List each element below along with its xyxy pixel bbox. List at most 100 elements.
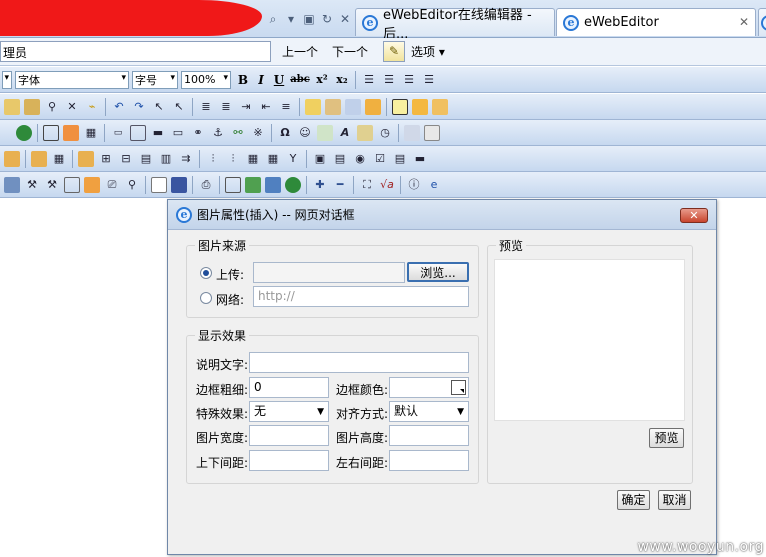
table-props-icon[interactable]	[4, 150, 20, 167]
cancel-button[interactable]: 取消	[658, 490, 691, 510]
subscript-button[interactable]: x₂	[333, 73, 351, 86]
paste-text-icon[interactable]	[24, 98, 40, 115]
align-justify-icon[interactable]: ☰	[421, 72, 437, 88]
fork-icon[interactable]: Y	[285, 151, 301, 167]
options-menu[interactable]: 选项 ▾	[411, 43, 445, 60]
edit-pencil-icon[interactable]: ✎	[383, 41, 405, 62]
frame-icon[interactable]	[432, 98, 448, 115]
find-prev-button[interactable]: 上一个	[282, 43, 318, 60]
font-color-icon[interactable]	[305, 98, 321, 115]
undo-icon[interactable]: ↶	[111, 99, 127, 115]
hspace-input[interactable]	[389, 450, 469, 471]
hr-icon[interactable]: ▬	[150, 125, 166, 141]
layer-icon[interactable]	[412, 98, 428, 115]
globe-icon[interactable]	[16, 124, 32, 141]
redo-icon[interactable]: ↷	[131, 99, 147, 115]
color-picker-icon[interactable]	[451, 380, 466, 395]
design-view-icon[interactable]	[245, 176, 261, 193]
find-input[interactable]: 理员	[0, 41, 271, 62]
split-cell-icon[interactable]: ⊞	[98, 151, 114, 167]
web-url-input[interactable]: http://	[253, 286, 469, 307]
strikethrough-button[interactable]: abc	[289, 74, 311, 85]
underline-button[interactable]: U	[271, 73, 287, 87]
search-icon[interactable]: ⌕	[266, 12, 280, 26]
superscript-button[interactable]: x²	[313, 73, 331, 86]
unordered-list-icon[interactable]: ≣	[218, 99, 234, 115]
tree-icon[interactable]: ⫶	[205, 151, 221, 167]
radio-icon[interactable]: ◉	[352, 151, 368, 167]
excel-icon[interactable]	[317, 124, 333, 141]
special-effect-select[interactable]: 无 ▼	[249, 401, 329, 422]
button-icon[interactable]: ▬	[412, 151, 428, 167]
ordered-list-icon[interactable]: ≣	[198, 99, 214, 115]
upload-file-field[interactable]	[253, 262, 405, 283]
special-char-icon[interactable]: ※	[250, 125, 266, 141]
marquee-icon[interactable]	[404, 124, 420, 141]
vspace-input[interactable]	[249, 450, 329, 471]
insert-col-icon[interactable]	[78, 150, 94, 167]
paragraph-icon[interactable]	[345, 98, 361, 115]
bg-color-icon[interactable]	[325, 98, 341, 115]
compat-view-icon[interactable]: ▣	[302, 12, 316, 26]
about-icon[interactable]: ⓘ	[406, 177, 422, 193]
upload-radio[interactable]	[200, 267, 212, 279]
smiley-icon[interactable]: ☺	[297, 125, 313, 141]
box-icon[interactable]	[392, 98, 408, 115]
height-input[interactable]	[389, 425, 469, 446]
dropdown-icon[interactable]: ▾	[284, 12, 298, 26]
code-view-icon[interactable]	[225, 176, 241, 193]
zoom-select[interactable]: 100% ▾	[181, 70, 231, 89]
cut-icon[interactable]: ✕	[64, 99, 80, 115]
width-input[interactable]	[249, 425, 329, 446]
size-select[interactable]: 字号 ▾	[132, 70, 178, 89]
align-right-icon[interactable]: ☰	[401, 72, 417, 88]
cursor-icon[interactable]: ↖	[171, 99, 187, 115]
delete-col-icon[interactable]: ▥	[158, 151, 174, 167]
close-icon[interactable]: ✕	[680, 208, 708, 223]
screenshot-icon[interactable]	[4, 176, 20, 193]
list-box-icon[interactable]: ▤	[392, 151, 408, 167]
form-icon[interactable]: ▭	[110, 125, 126, 141]
select-all-icon[interactable]: ↖	[151, 99, 167, 115]
style-select[interactable]: ▾	[2, 70, 12, 89]
ok-button[interactable]: 确定	[617, 490, 650, 510]
italic-button[interactable]: I	[253, 73, 269, 87]
tree2-icon[interactable]: ⫶	[225, 151, 241, 167]
align-select[interactable]: 默认 ▼	[389, 401, 469, 422]
preview-button[interactable]: 预览	[649, 428, 684, 448]
zoom-icon[interactable]: ⚲	[124, 177, 140, 193]
grid-icon[interactable]: ▦	[245, 151, 261, 167]
border-width-input[interactable]: 0	[249, 377, 329, 398]
layout-icon[interactable]: ▤	[332, 151, 348, 167]
flash-icon[interactable]	[4, 125, 12, 141]
hammer-icon[interactable]: ⚒	[44, 177, 60, 193]
cell-props-icon[interactable]	[31, 150, 47, 167]
browse-button[interactable]: 浏览...	[407, 262, 469, 282]
omega-icon[interactable]: Ω	[277, 125, 293, 141]
format-brush-icon[interactable]: ⌁	[84, 99, 100, 115]
highlight-icon[interactable]	[365, 98, 381, 115]
refresh-icon[interactable]: ↻	[320, 12, 334, 26]
browser-tab-1[interactable]: e eWebEditor在线编辑器 - 后...	[355, 8, 555, 42]
insert-row-icon[interactable]: ▦	[51, 151, 67, 167]
image-icon[interactable]	[43, 124, 59, 141]
preview-globe-icon[interactable]	[285, 176, 301, 193]
grid2-icon[interactable]: ▦	[265, 151, 281, 167]
new-tab[interactable]: e	[758, 8, 766, 36]
new-doc-icon[interactable]	[151, 176, 167, 193]
media-icon[interactable]	[63, 124, 79, 141]
find-icon[interactable]: ⚲	[44, 99, 60, 115]
outdent-icon[interactable]: ⇤	[258, 99, 274, 115]
date-icon[interactable]	[357, 124, 373, 141]
zoom-in-icon[interactable]: ✚	[312, 177, 328, 193]
delete-row-icon[interactable]: ▤	[138, 151, 154, 167]
bold-button[interactable]: B	[235, 73, 251, 87]
tools-icon[interactable]: ⚒	[24, 177, 40, 193]
web-radio[interactable]	[200, 292, 212, 304]
align-left-icon[interactable]: ☰	[361, 72, 377, 88]
paste-icon[interactable]	[4, 98, 20, 115]
font-select[interactable]: 字体 ▾	[15, 70, 129, 89]
formula-icon[interactable]: √a	[379, 177, 395, 193]
window-icon[interactable]	[64, 176, 80, 193]
input-icon[interactable]: ▭	[170, 125, 186, 141]
